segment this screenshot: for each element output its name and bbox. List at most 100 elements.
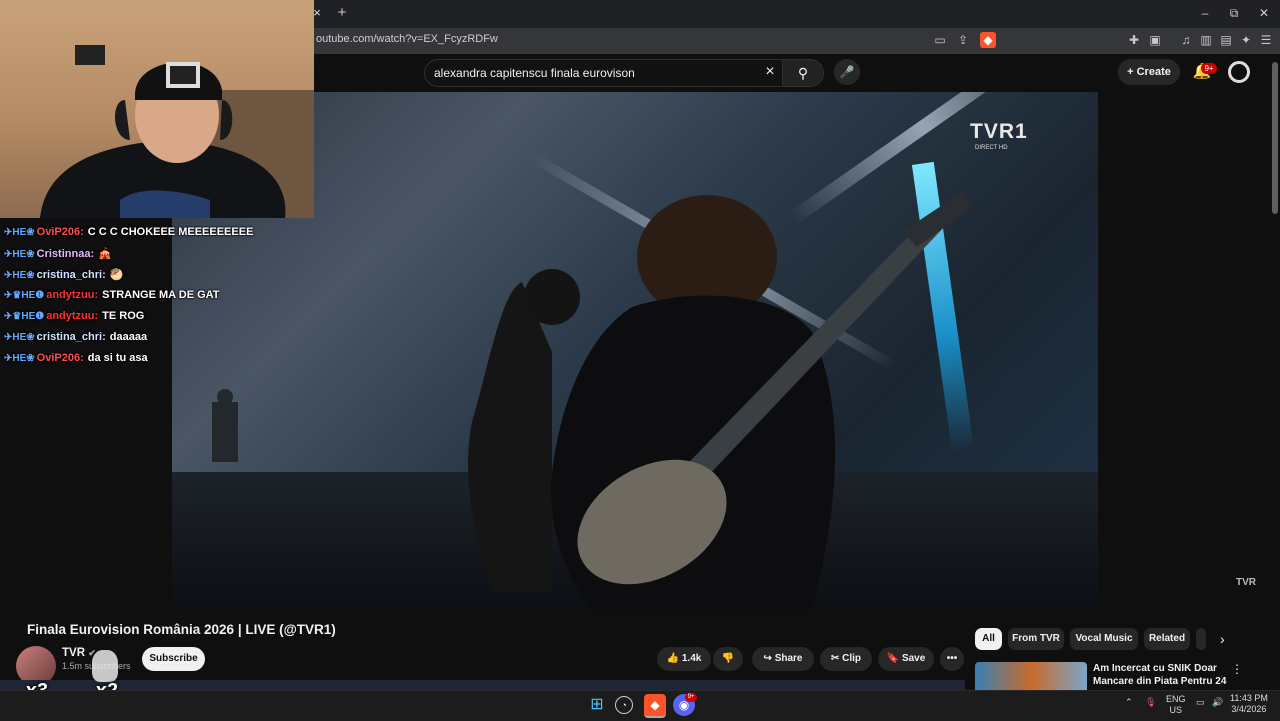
bookmark-icon: 🔖 [886, 653, 900, 664]
like-count: 1.4k [681, 653, 702, 664]
chat-message: ✈♛HE❶ andytzuu: TE ROG [4, 310, 144, 322]
new-tab-button[interactable]: + [334, 4, 350, 22]
chat-username[interactable]: OviP206: [37, 352, 84, 364]
clock[interactable]: 11:43 PM 3/4/2026 [1230, 693, 1268, 715]
restore-button[interactable]: ⧉ [1224, 4, 1244, 22]
account-avatar[interactable] [1228, 61, 1250, 83]
chat-message: ✈HE❀ OviP206: C C C CHOKEEE MEEEEEEEEE [4, 226, 253, 238]
clip-button[interactable]: ✂ Clip [820, 647, 872, 671]
chip-all[interactable]: All [975, 628, 1002, 650]
description-box[interactable] [0, 680, 965, 690]
chat-text: TE ROG [102, 310, 145, 322]
region-code: US [1169, 705, 1183, 715]
leo-ai-icon[interactable]: ✦ [1238, 32, 1254, 48]
chat-text: daaaaa [109, 331, 148, 343]
channel-name-text[interactable]: TVR [62, 647, 85, 659]
microphone-tray-icon[interactable]: 🎙 [1145, 697, 1156, 708]
thumbs-down-icon: 👎 [721, 653, 735, 664]
search-query-text[interactable]: alexandra capitenscu finala eurovison [434, 66, 635, 80]
like-button[interactable]: 👍 1.4k [657, 647, 711, 671]
chat-badges-icon: ✈HE❀ [4, 353, 35, 364]
video-title: Finala Eurovision România 2026 | LIVE (@… [27, 622, 336, 637]
chat-badges-icon: ✈HE❀ [4, 249, 35, 260]
url-text[interactable]: outube.com/watch?v=EX_FcyzRDFw [316, 33, 498, 45]
share-icon: ↪ [763, 653, 772, 664]
tvr1-channel-logo: TVR1 [970, 120, 1028, 143]
share-label: Share [774, 653, 803, 664]
chip-vocal-music[interactable]: Vocal Music [1070, 628, 1138, 650]
chat-username[interactable]: andytzuu: [46, 310, 98, 322]
chat-badges-icon: ✈HE❀ [4, 270, 35, 281]
chat-message: ✈♛HE❶ andytzuu: STRANGE MA DE GAT [4, 289, 220, 301]
voice-search-icon[interactable]: 🎤 [834, 59, 860, 85]
chat-message: ✈HE❀ OviP206: da si tu asa [4, 352, 148, 364]
chat-message: ✈HE❀ cristina_chri: 🥙 [4, 268, 123, 281]
minimize-button[interactable]: – [1195, 4, 1215, 22]
chat-username[interactable]: andytzuu: [46, 289, 98, 301]
thumbs-up-icon: 👍 [666, 653, 680, 664]
chip-from-tvr[interactable]: From TVR [1008, 628, 1064, 650]
streamer-illustration [40, 45, 314, 218]
chat-text: C C C CHOKEEE MEEEEEEEEE [87, 226, 254, 238]
brave-browser-icon[interactable]: ◆ [644, 694, 666, 718]
chat-text: STRANGE MA DE GAT [102, 289, 220, 301]
more-actions-button[interactable]: ••• [940, 647, 964, 671]
chat-text: da si tu asa [87, 352, 148, 364]
windows-start-icon[interactable]: ⊞ [586, 694, 608, 716]
windows-taskbar [0, 690, 1280, 721]
chevron-right-icon[interactable]: › [1220, 631, 1225, 647]
chat-text: 🎪 [98, 248, 112, 260]
chat-badges-icon: ✈♛HE❶ [4, 311, 45, 322]
chat-username[interactable]: cristina_chri: [37, 331, 106, 343]
clock-time: 11:43 PM [1230, 693, 1268, 703]
menu-icon[interactable]: ☰ [1258, 32, 1274, 48]
share-page-icon[interactable]: ⇪ [955, 32, 971, 48]
tvr1-live-label: DIRECT HD [975, 145, 1008, 151]
wallet-icon[interactable]: ▤ [1218, 32, 1234, 48]
reader-icon[interactable]: ▣ [1147, 32, 1163, 48]
extensions-icon[interactable]: ✚ [1126, 32, 1142, 48]
language-code: ENG [1166, 694, 1186, 704]
create-button[interactable]: + Create [1118, 59, 1180, 85]
ghost-emote-icon [92, 650, 118, 682]
chat-badges-icon: ✈HE❀ [4, 332, 35, 343]
save-button[interactable]: 🔖 Save [878, 647, 934, 671]
volume-icon[interactable]: 🔊 [1212, 697, 1223, 708]
search-button[interactable]: ⚲ [782, 59, 824, 87]
chat-username[interactable]: cristina_chri: [37, 269, 106, 281]
channel-name[interactable]: TVR ✔ [62, 647, 96, 659]
tvr-watermark: TVR [1236, 577, 1256, 588]
notification-badge: 9+ [1201, 63, 1217, 74]
clear-search-icon[interactable]: × [762, 63, 778, 81]
language-indicator[interactable]: ENG US [1166, 694, 1186, 716]
brave-shields-icon[interactable]: ◆ [980, 32, 996, 48]
discord-badge: 9+ [685, 693, 697, 702]
chat-text: 🥙 [109, 269, 124, 281]
display-icon[interactable]: ▭ [1196, 697, 1205, 708]
recommendation-more-icon[interactable]: ⋮ [1230, 662, 1244, 678]
share-button[interactable]: ↪ Share [752, 647, 814, 671]
window-close-button[interactable]: ✕ [1254, 4, 1274, 22]
recommended-video-thumbnail[interactable] [975, 662, 1087, 690]
dislike-button[interactable]: 👎 [713, 647, 743, 671]
music-icon[interactable]: ♫ [1178, 32, 1194, 48]
chat-message: ✈HE❀ Cristinnaa: 🎪 [4, 247, 112, 260]
scissors-icon: ✂ [830, 653, 840, 664]
sidebar-icon[interactable]: ▥ [1198, 32, 1214, 48]
chat-message: ✈HE❀ cristina_chri: daaaaa [4, 331, 147, 343]
chat-badges-icon: ✈♛HE❶ [4, 290, 45, 301]
app-icon-circle[interactable]: ◔ [615, 696, 633, 714]
streamer-webcam [0, 0, 314, 218]
chat-badges-icon: ✈HE❀ [4, 227, 35, 238]
cast-icon[interactable]: ▭ [932, 32, 948, 48]
chat-username[interactable]: OviP206: [37, 226, 84, 238]
subscribe-button[interactable]: Subscribe [142, 647, 205, 671]
chat-username[interactable]: Cristinnaa: [37, 248, 94, 260]
scrollbar-thumb[interactable] [1272, 62, 1278, 214]
tray-overflow-icon[interactable]: ⌃ [1125, 697, 1133, 708]
chip-partial[interactable] [1196, 628, 1206, 650]
clock-date: 3/4/2026 [1231, 704, 1267, 714]
clip-label: Clip [842, 653, 862, 664]
chip-related[interactable]: Related [1144, 628, 1190, 650]
save-label: Save [901, 653, 926, 664]
